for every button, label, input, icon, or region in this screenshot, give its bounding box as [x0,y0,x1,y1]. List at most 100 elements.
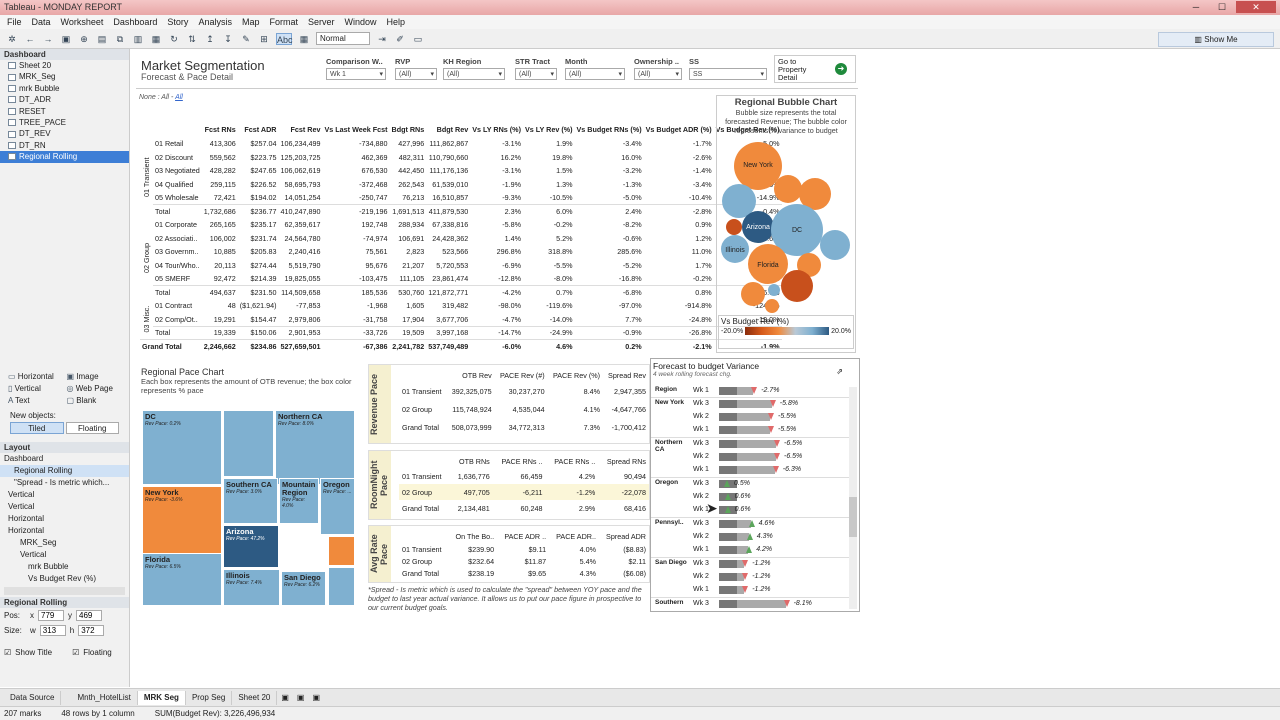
cell[interactable]: 11.0% [644,245,714,259]
pace-row-label[interactable]: Grand Total [399,500,450,516]
pause-icon[interactable]: ▦ [150,33,162,45]
cell[interactable]: 114,509,658 [278,285,323,299]
cell[interactable]: 106,234,499 [279,137,323,151]
column-header[interactable]: Vs LY RNs (%) [470,106,523,134]
cell[interactable]: -8.0% [523,272,575,286]
menu-item-worksheet[interactable]: Worksheet [56,15,109,29]
pace-cell[interactable]: 5.4% [549,555,599,567]
treemap-cell-dc[interactable]: DC Rev Pace: 0.2% [142,410,222,485]
treemap-cell-florida[interactable]: Florida Rev Pace: 6.5% [142,553,222,606]
cell[interactable]: 1.3% [523,178,575,192]
pace-cell[interactable]: 66,459 [493,468,546,484]
cell[interactable]: -119.6% [523,299,575,313]
cell[interactable]: -0.6% [575,232,644,246]
cell[interactable]: 413,306 [202,137,238,151]
pace-row-label[interactable]: 01 Transient [399,543,449,555]
pace-cell[interactable]: -1.2% [546,484,599,500]
pace-cell[interactable]: ($6.08) [599,567,649,579]
w-input[interactable] [39,624,66,636]
cell[interactable]: -6.8% [574,285,644,299]
pace-column-header[interactable]: PACE Rev (#) [495,369,548,382]
new-sheet-icon[interactable]: ▤ [96,33,108,45]
new-dashboard-icon[interactable]: ▣ [297,693,305,702]
cell[interactable]: 62,359,617 [279,218,323,232]
sheet-item[interactable]: DT_ADR [0,94,129,105]
layout-item[interactable]: "Spread - Is metric which... [0,477,129,489]
cell[interactable]: 523,566 [426,245,470,259]
cell[interactable]: 19,291 [202,313,238,327]
filter-select[interactable]: Wk 1 [326,68,386,80]
layout-item[interactable]: Dashboard [0,453,129,465]
cell[interactable]: 462,369 [323,151,390,165]
cell[interactable]: -6.9% [470,259,523,273]
row-label[interactable]: 03 Negotiated [153,164,202,178]
cell[interactable]: -10.4% [644,191,714,205]
cell[interactable]: -6.0% [470,339,523,353]
cell[interactable]: 318.8% [523,245,575,259]
pace-cell[interactable]: 68,416 [598,500,649,516]
layout-item[interactable]: Vertical [0,489,129,501]
cell[interactable]: -67,386 [322,339,390,353]
layout-item[interactable]: Regional Rolling [0,464,129,477]
menu-item-window[interactable]: Window [340,15,382,29]
cell[interactable]: -8.2% [575,218,644,232]
cell[interactable]: $205.83 [238,245,279,259]
cell[interactable]: -4.7% [470,313,523,327]
cell[interactable]: -14.7% [470,325,523,340]
cell[interactable]: -5.8% [470,218,523,232]
cell[interactable]: -5.0% [575,191,644,205]
save-icon[interactable]: ▣ [60,33,72,45]
object-web-page[interactable]: ◎ Web Page [67,383,122,395]
bubble[interactable] [768,284,780,296]
cell[interactable]: 6.0% [522,204,575,218]
cell[interactable]: -1,968 [323,299,390,313]
cell[interactable]: -12.8% [470,272,523,286]
cell[interactable]: 192,748 [323,218,390,232]
cell[interactable]: -31,758 [323,313,390,327]
cell[interactable]: 427,996 [390,137,427,151]
pace-row-label[interactable]: 02 Group [399,400,447,418]
treemap-cell-new-york[interactable]: New York Rev Pace: -3.6% [142,486,222,556]
menu-item-file[interactable]: File [2,15,27,29]
tiled-button[interactable]: Tiled [10,421,64,434]
object-blank[interactable]: ▢ Blank [67,395,122,407]
tab-prop-seg[interactable]: Prop Seg [186,690,233,705]
treemap-cell-san-diego[interactable]: San Diego Rev Pace: 6.2% [281,571,326,606]
layout-item[interactable]: Vertical [0,501,129,513]
cell[interactable]: 19.8% [523,151,575,165]
cell[interactable]: -24.8% [644,313,714,327]
fix-axes-icon[interactable]: ▦ [298,33,310,45]
cell[interactable]: $226.52 [238,178,279,192]
sort-desc-icon[interactable]: ↧ [222,33,234,45]
cell[interactable]: 23,861,474 [426,272,470,286]
pace-cell[interactable]: 90,494 [598,468,649,484]
pace-cell[interactable]: 497,705 [450,484,493,500]
bubble[interactable] [741,282,765,306]
cell[interactable]: 1,732,686 [201,204,238,218]
cell[interactable]: -1.4% [644,164,714,178]
cell[interactable]: 411,879,530 [426,204,471,218]
pace-row-label[interactable]: 02 Group [399,555,449,567]
pace-cell[interactable]: 115,748,924 [447,400,495,418]
fit-select[interactable]: Normal [316,32,370,45]
pace-column-header[interactable]: PACE ADR.. [549,530,599,543]
cell[interactable]: 19,509 [389,325,427,340]
object-horizontal[interactable]: ▭ Horizontal [8,371,63,383]
pace-column-header[interactable]: PACE RNs .. [546,455,599,468]
cell[interactable]: 48 [202,299,238,313]
row-label[interactable]: 04 Tour/Who.. [153,259,202,273]
pace-cell[interactable]: 4.1% [548,400,603,418]
show-me-button[interactable]: ▥ Show Me [1158,32,1274,47]
pin-icon[interactable]: ⇥ [376,33,388,45]
row-label[interactable]: 04 Qualified [153,178,202,192]
cell[interactable]: $214.39 [238,272,279,286]
treemap-cell[interactable] [223,410,274,477]
pace-cell[interactable]: 2,947,355 [603,382,649,400]
cell[interactable]: 16.2% [470,151,523,165]
cell[interactable]: 24,428,362 [426,232,470,246]
layout-scrollbar[interactable] [4,586,125,595]
cell[interactable]: 111,105 [390,272,427,286]
layout-item[interactable]: mrk Bubble [0,561,129,573]
pace-column-header[interactable]: Spread RNs [598,455,649,468]
column-header[interactable]: Vs LY Rev (%) [523,106,575,134]
